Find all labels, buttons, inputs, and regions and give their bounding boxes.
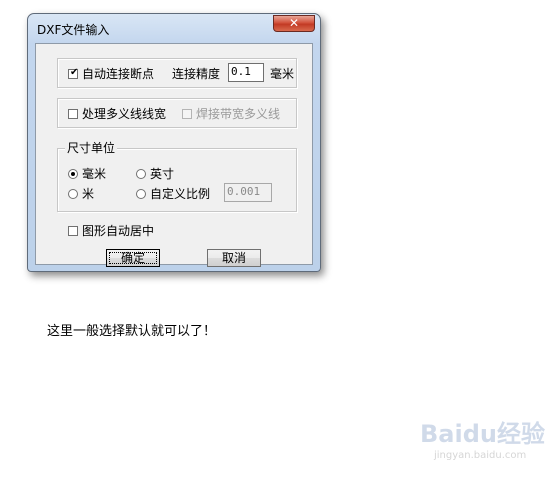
radio-dot-icon bbox=[71, 172, 75, 176]
title-bar[interactable]: DXF文件输入 ✕ bbox=[28, 14, 320, 42]
unit-m-radio[interactable] bbox=[68, 189, 78, 199]
watermark-brand: Baidu经验 bbox=[420, 420, 545, 448]
unit-custom-radio[interactable] bbox=[136, 189, 146, 199]
unit-m-label: 米 bbox=[82, 187, 95, 201]
auto-connect-checkbox[interactable]: ✔ bbox=[68, 67, 79, 79]
precision-unit-label: 毫米 bbox=[270, 67, 295, 81]
unit-custom-label: 自定义比例 bbox=[150, 187, 211, 201]
caption-text: 这里一般选择默认就可以了！ bbox=[47, 324, 217, 339]
ok-button[interactable]: 确定 bbox=[106, 249, 160, 267]
process-width-label: 处理多义线线宽 bbox=[82, 107, 167, 121]
cancel-button[interactable]: 取消 bbox=[207, 249, 261, 267]
precision-label: 连接精度 bbox=[172, 67, 221, 81]
watermark-url: jingyan.baidu.com bbox=[434, 450, 527, 461]
unit-inch-radio[interactable] bbox=[136, 169, 146, 179]
unit-mm-label: 毫米 bbox=[82, 167, 107, 181]
unit-mm-radio[interactable] bbox=[68, 169, 78, 179]
connect-group: ✔ 自动连接断点 连接精度 0.1 毫米 bbox=[57, 58, 297, 88]
process-width-checkbox[interactable] bbox=[68, 109, 78, 119]
unit-group-legend: 尺寸单位 bbox=[65, 141, 118, 155]
polyline-group: 处理多义线线宽 焊接带宽多义线 bbox=[57, 98, 297, 128]
precision-input[interactable]: 0.1 bbox=[228, 63, 264, 82]
auto-center-label: 图形自动居中 bbox=[82, 224, 155, 238]
dialog-client-area: ✔ 自动连接断点 连接精度 0.1 毫米 处理多义线线宽 焊接带宽多义线 尺寸单… bbox=[35, 43, 313, 267]
weld-width-checkbox bbox=[182, 109, 192, 119]
focus-ring bbox=[107, 250, 159, 266]
close-button[interactable]: ✕ bbox=[273, 15, 315, 32]
unit-inch-label: 英寸 bbox=[150, 167, 175, 181]
check-mark-icon: ✔ bbox=[70, 67, 79, 78]
custom-scale-input: 0.001 bbox=[224, 183, 272, 202]
cancel-button-label: 取消 bbox=[221, 251, 246, 265]
dxf-import-dialog: DXF文件输入 ✕ ✔ 自动连接断点 连接精度 0.1 毫米 处理多义线线宽 焊… bbox=[27, 13, 321, 272]
baidu-watermark: Baidu经验 jingyan.baidu.com bbox=[420, 414, 550, 470]
auto-center-checkbox[interactable] bbox=[68, 226, 78, 236]
unit-group: 尺寸单位 毫米 英寸 米 自定义比例 0.001 bbox=[57, 141, 297, 212]
dialog-title: DXF文件输入 bbox=[37, 23, 110, 37]
auto-connect-label: 自动连接断点 bbox=[82, 67, 155, 81]
weld-width-label: 焊接带宽多义线 bbox=[196, 107, 281, 121]
close-icon: ✕ bbox=[288, 16, 300, 30]
